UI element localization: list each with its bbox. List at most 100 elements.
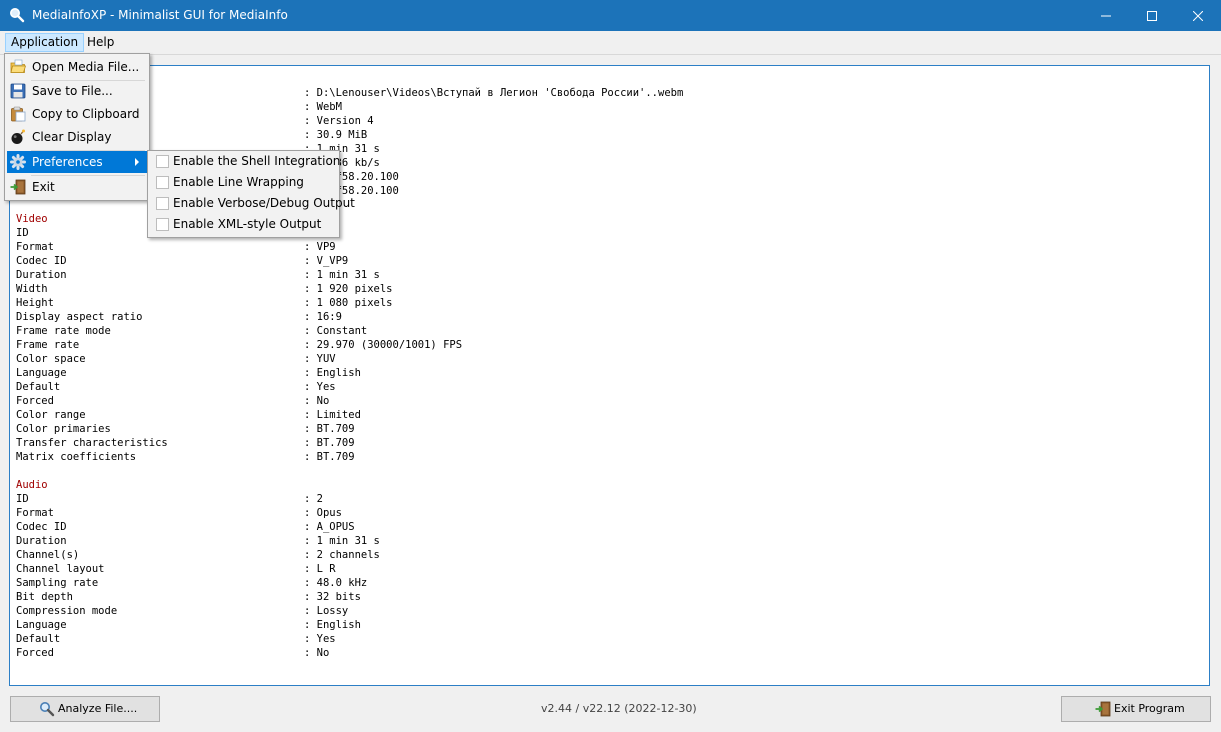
save-to-file-item[interactable]: Save to File... — [7, 80, 147, 102]
bomb-icon — [11, 129, 25, 144]
info-key: Language — [16, 619, 67, 631]
info-key: Forced — [16, 647, 54, 659]
info-value: : Opus — [304, 507, 342, 519]
info-value: : Yes — [304, 633, 336, 645]
checkbox-unchecked[interactable] — [156, 176, 169, 189]
maximize-icon — [1147, 10, 1157, 21]
analyze-file-label: Analyze File.... — [58, 702, 138, 715]
menu-item-label: Open Media File... — [32, 60, 140, 74]
info-value: : 1 min 31 s — [304, 535, 380, 547]
submenu-item-label: Enable Verbose/Debug Output — [173, 196, 355, 210]
info-key: Color range — [16, 409, 86, 421]
info-key: Color space — [16, 353, 86, 365]
info-value: : L R — [304, 563, 336, 575]
gear-icon — [10, 154, 26, 170]
exit-door-icon — [1095, 701, 1111, 717]
info-key: Frame rate mode — [16, 325, 111, 337]
checkbox-unchecked[interactable] — [156, 218, 169, 231]
info-key: Sampling rate — [16, 577, 99, 589]
submenu-item-label: Enable the Shell Integration — [173, 154, 341, 168]
exit-item[interactable]: Exit — [7, 176, 147, 198]
info-key: Color primaries — [16, 423, 111, 435]
version-label: v2.44 / v22.12 (2022-12-30) — [541, 702, 697, 715]
info-value: : English — [304, 619, 361, 631]
info-value: : D:\Lenouser\Videos\Вступай в Легион 'С… — [304, 87, 684, 99]
info-value: : 32 bits — [304, 591, 361, 603]
info-key: Transfer characteristics — [16, 437, 168, 449]
clear-display-item[interactable]: Clear Display — [7, 126, 147, 148]
minimize-button[interactable] — [1083, 0, 1129, 31]
copy-to-clipboard-item[interactable]: Copy to Clipboard — [7, 103, 147, 125]
info-key: Language — [16, 367, 67, 379]
exit-door-icon — [10, 179, 26, 195]
info-key: Bit depth — [16, 591, 73, 603]
pref-xml-output-item[interactable]: Enable XML-style Output — [150, 214, 337, 235]
chevron-right-icon — [135, 158, 139, 166]
maximize-button[interactable] — [1129, 0, 1175, 31]
menu-help[interactable]: Help — [82, 34, 119, 51]
menu-item-label: Save to File... — [32, 84, 113, 98]
close-button[interactable] — [1175, 0, 1221, 31]
close-icon — [1192, 10, 1204, 21]
info-value: : 30.9 MiB — [304, 129, 368, 141]
preferences-submenu: Enable the Shell Integration Enable Line… — [147, 150, 355, 238]
open-media-file-item[interactable]: Open Media File... — [7, 56, 147, 78]
info-value: : V_VP9 — [304, 255, 349, 267]
menu-item-label: Clear Display — [32, 130, 112, 144]
info-value: : No — [304, 395, 330, 407]
info-value: : BT.709 — [304, 451, 355, 463]
info-key: Height — [16, 297, 54, 309]
minimize-icon — [1101, 15, 1111, 16]
info-key: Compression mode — [16, 605, 118, 617]
menu-item-label: Copy to Clipboard — [32, 107, 140, 121]
section-header: Video — [16, 213, 48, 225]
preferences-item[interactable]: Preferences — [7, 151, 147, 173]
info-key: Forced — [16, 395, 54, 407]
floppy-disk-icon — [10, 83, 26, 99]
info-value: : Version 4 — [304, 115, 374, 127]
application-menu: Open Media File... Save to File... Copy … — [4, 53, 150, 201]
pref-line-wrapping-item[interactable]: Enable Line Wrapping — [150, 172, 337, 193]
info-key: Matrix coefficients — [16, 451, 137, 463]
menu-item-label: Exit — [32, 180, 55, 194]
menu-item-label: Preferences — [32, 155, 103, 169]
section-header: Audio — [16, 479, 48, 491]
info-value: : VP9 — [304, 241, 336, 253]
info-key: Channel layout — [16, 563, 105, 575]
title-bar[interactable]: MediaInfoXP - Minimalist GUI for MediaIn… — [0, 0, 1221, 31]
info-value: : 16:9 — [304, 311, 342, 323]
info-value: : 2 channels — [304, 549, 380, 561]
menu-bar: Application Help — [0, 31, 1221, 55]
info-key: Default — [16, 633, 61, 645]
info-value: : Limited — [304, 409, 361, 421]
checkbox-unchecked[interactable] — [156, 197, 169, 210]
magnifier-icon — [40, 702, 55, 717]
info-key: Format — [16, 507, 54, 519]
analyze-file-button[interactable]: Analyze File.... — [10, 696, 160, 722]
info-value: : Constant — [304, 325, 368, 337]
info-key: ID — [16, 227, 29, 239]
pref-verbose-output-item[interactable]: Enable Verbose/Debug Output — [150, 193, 355, 214]
info-key: Duration — [16, 269, 67, 281]
window-title: MediaInfoXP - Minimalist GUI for MediaIn… — [32, 8, 288, 22]
pref-shell-integration-item[interactable]: Enable the Shell Integration — [150, 151, 341, 172]
info-value: : BT.709 — [304, 437, 355, 449]
exit-program-label: Exit Program — [1114, 702, 1185, 715]
info-key: Codec ID — [16, 521, 67, 533]
info-key: Codec ID — [16, 255, 67, 267]
exit-program-button[interactable]: Exit Program — [1061, 696, 1211, 722]
info-key: Channel(s) — [16, 549, 80, 561]
menu-application[interactable]: Application — [5, 33, 85, 52]
checkbox-unchecked[interactable] — [156, 155, 169, 168]
info-value: : YUV — [304, 353, 336, 365]
info-key: Width — [16, 283, 48, 295]
info-value: : 48.0 kHz — [304, 577, 368, 589]
info-value: : 2 — [304, 493, 323, 505]
info-value: : BT.709 — [304, 423, 355, 435]
info-key: Duration — [16, 535, 67, 547]
info-key: Frame rate — [16, 339, 80, 351]
submenu-item-label: Enable XML-style Output — [173, 217, 322, 231]
info-key: Format — [16, 241, 54, 253]
info-key: Display aspect ratio — [16, 311, 143, 323]
info-value: : WebM — [304, 101, 342, 113]
